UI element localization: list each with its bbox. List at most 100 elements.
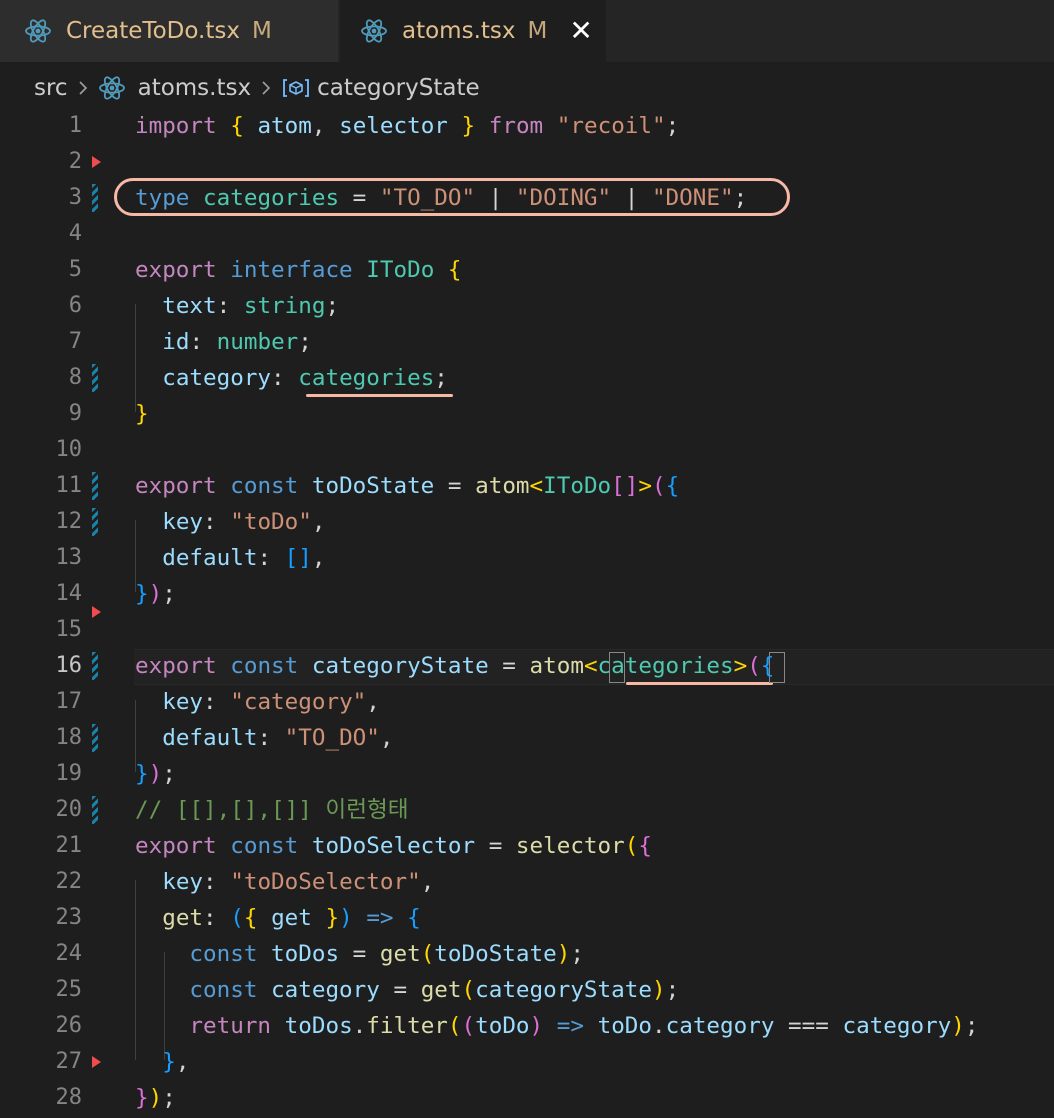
- gutter-modified-marker[interactable]: [92, 364, 98, 392]
- breadcrumb-symbol[interactable]: categoryState: [317, 75, 480, 101]
- code-line[interactable]: 28});: [0, 1080, 1054, 1116]
- code-token: "DONE": [651, 185, 734, 211]
- code-token: const: [230, 473, 299, 499]
- code-token: categoryState: [311, 653, 489, 679]
- code-line[interactable]: 21 export const toDoSelector = selector({: [0, 828, 1054, 864]
- code-token: // [[],[],[]] 이런형태: [135, 797, 409, 823]
- code-line[interactable]: 22 key: "toDoSelector",: [0, 864, 1054, 900]
- line-number: 9: [68, 401, 82, 426]
- code-token: toDo: [597, 1013, 653, 1039]
- code-token: toDoSelector: [311, 833, 476, 859]
- code-token: }: [325, 905, 340, 931]
- code-token: ): [951, 1013, 965, 1039]
- code-line[interactable]: 19});: [0, 756, 1054, 792]
- code-token: categories: [597, 653, 734, 679]
- code-editor[interactable]: 1 import { atom, selector } from "recoil"…: [0, 108, 1054, 1118]
- line-number: 19: [55, 761, 83, 786]
- code-line[interactable]: 8 category: categories;: [0, 360, 1054, 396]
- code-line[interactable]: 27 },: [0, 1044, 1054, 1080]
- line-number: 17: [55, 689, 83, 714]
- code-line[interactable]: 1 import { atom, selector } from "recoil"…: [0, 108, 1054, 144]
- code-token: ): [651, 977, 666, 1003]
- code-line[interactable]: 17 key: "category",: [0, 684, 1054, 720]
- code-line[interactable]: 13 default: [],: [0, 540, 1054, 576]
- tab-createtodo[interactable]: CreateToDo.tsx M: [0, 0, 338, 62]
- line-number: 26: [55, 1013, 83, 1038]
- tab-atoms[interactable]: atoms.tsx M ✕: [340, 0, 606, 62]
- gutter-modified-marker[interactable]: [92, 652, 98, 680]
- code-line[interactable]: 6 text: string;: [0, 288, 1054, 324]
- code-line[interactable]: 23 get: ({ get }) => {: [0, 900, 1054, 936]
- code-token: selector: [515, 833, 625, 859]
- code-line[interactable]: 10: [0, 432, 1054, 468]
- code-token: interface: [230, 257, 353, 283]
- code-line[interactable]: 11 export const toDoState = atom<IToDo[]>…: [0, 468, 1054, 504]
- code-line[interactable]: 18 default: "TO_DO",: [0, 720, 1054, 756]
- breadcrumb-folder[interactable]: src: [34, 75, 68, 101]
- code-token: {: [230, 113, 244, 139]
- gutter-modified-marker[interactable]: [92, 508, 98, 536]
- code-token: =>: [366, 905, 394, 931]
- code-token: IToDo: [366, 257, 435, 283]
- code-token: type: [135, 185, 190, 211]
- code-token: :: [271, 365, 299, 391]
- gutter-modified-marker[interactable]: [92, 472, 98, 500]
- code-line[interactable]: 20 // [[],[],[]] 이런형태: [0, 792, 1054, 828]
- code-token: key: [162, 869, 204, 895]
- close-icon[interactable]: ✕: [569, 17, 592, 45]
- gutter-deleted-marker[interactable]: [92, 1056, 101, 1068]
- code-text: key: "toDo",: [135, 504, 325, 540]
- code-token: .: [652, 1013, 666, 1039]
- code-token: {: [638, 833, 652, 859]
- code-token: {: [407, 905, 421, 931]
- code-line[interactable]: 5 export interface IToDo {: [0, 252, 1054, 288]
- code-line[interactable]: 3 type categories = "TO_DO" | "DOING" | "…: [0, 180, 1054, 216]
- code-line[interactable]: 12 key: "toDo",: [0, 504, 1054, 540]
- line-number: 7: [68, 329, 82, 354]
- line-number: 1: [68, 113, 82, 138]
- line-number: 18: [55, 725, 83, 750]
- gutter-modified-marker[interactable]: [92, 724, 98, 752]
- code-line[interactable]: 7 id: number;: [0, 324, 1054, 360]
- code-line[interactable]: 9}: [0, 396, 1054, 432]
- code-text: category: categories;: [135, 360, 448, 396]
- code-token: ;: [162, 1085, 176, 1111]
- code-token: export: [135, 473, 217, 499]
- code-token: selector: [339, 113, 448, 139]
- code-token: category: [162, 365, 272, 391]
- code-text: default: [],: [135, 540, 325, 576]
- code-line[interactable]: 14});: [0, 576, 1054, 618]
- code-token: toDoState: [434, 941, 557, 967]
- code-line[interactable]: 25 const category = get(categoryState);: [0, 972, 1054, 1008]
- gutter-modified-marker[interactable]: [92, 184, 98, 212]
- gutter-deleted-marker[interactable]: [92, 156, 101, 168]
- code-token: ;: [325, 293, 340, 319]
- code-line[interactable]: 16 export const categoryState = atom<cate…: [0, 648, 1054, 684]
- breadcrumb-file[interactable]: atoms.tsx: [138, 75, 252, 101]
- code-token: >: [733, 653, 748, 679]
- code-token: ): [556, 941, 571, 967]
- code-line[interactable]: 26 return toDos.filter((toDo) => toDo.ca…: [0, 1008, 1054, 1044]
- code-token: toDos: [284, 1013, 353, 1039]
- code-token: export: [135, 833, 217, 859]
- tab-label: atoms.tsx: [402, 18, 516, 44]
- gutter-modified-marker[interactable]: [92, 796, 98, 824]
- code-line[interactable]: 15: [0, 612, 1054, 648]
- code-line[interactable]: 24 const toDos = get(toDoState);: [0, 936, 1054, 972]
- code-line[interactable]: 2: [0, 144, 1054, 180]
- code-token: ): [529, 1013, 544, 1039]
- code-token: :: [203, 869, 231, 895]
- code-token: "recoil": [556, 113, 666, 139]
- code-line[interactable]: 4: [0, 216, 1054, 252]
- code-token: }: [461, 113, 476, 139]
